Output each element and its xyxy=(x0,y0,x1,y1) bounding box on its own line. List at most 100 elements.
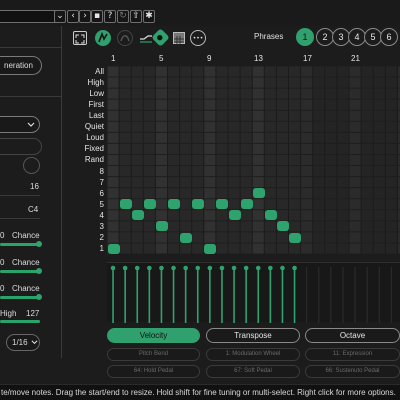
grid-column xyxy=(228,66,241,254)
note[interactable] xyxy=(168,199,180,210)
chance-1-slider-handle[interactable] xyxy=(36,241,42,247)
row-label: 5 xyxy=(99,199,104,209)
mode-dropdown[interactable] xyxy=(0,116,40,133)
note[interactable] xyxy=(228,210,241,221)
cc-tab-modulation-wheel[interactable]: 1: Modulation Wheel xyxy=(206,348,300,361)
note[interactable] xyxy=(240,199,253,210)
grid-lines xyxy=(107,66,400,254)
expand-button[interactable] xyxy=(73,31,87,45)
velocity-handle xyxy=(268,265,273,271)
draw-tool-icon xyxy=(98,32,108,43)
phrase-button-6[interactable]: 6 xyxy=(380,28,398,46)
note[interactable] xyxy=(276,221,289,232)
phrase-button-1[interactable]: 1 xyxy=(296,28,314,46)
step-grid[interactable] xyxy=(107,66,400,254)
note[interactable] xyxy=(192,199,205,210)
row-label: 3 xyxy=(99,221,104,231)
velocity-handle xyxy=(147,265,152,271)
note[interactable] xyxy=(204,243,217,254)
velocity-handle xyxy=(171,265,176,271)
note[interactable] xyxy=(107,243,120,254)
note[interactable] xyxy=(216,199,229,210)
chance-3-value: 0 xyxy=(0,284,5,293)
draw-tool-button[interactable] xyxy=(95,30,111,46)
velocity-handle xyxy=(243,265,249,271)
settings-button[interactable]: ✱ xyxy=(143,10,155,23)
rate-dropdown[interactable]: 1/16 xyxy=(6,334,40,351)
row-label: Fixed xyxy=(84,144,104,154)
previous-preset-button[interactable]: ‹ xyxy=(67,10,79,23)
step-number: 1 xyxy=(111,54,116,63)
dice-icon: ● xyxy=(157,33,164,42)
note[interactable] xyxy=(289,232,301,243)
velocity-handle xyxy=(219,265,225,271)
note[interactable] xyxy=(143,199,156,210)
more-options-button[interactable]: ••• xyxy=(190,30,206,46)
chance-3-slider-handle[interactable] xyxy=(36,294,42,300)
grid-column xyxy=(300,66,313,254)
generate-button[interactable]: neration xyxy=(0,56,42,75)
divider xyxy=(0,195,40,196)
grid-column xyxy=(324,66,337,254)
cc-tab-pitch-bend[interactable]: Pitch Bend xyxy=(107,348,200,361)
chance-2-label: Chance xyxy=(12,258,40,267)
cc-tab-soft-pedal[interactable]: 67: Soft Pedal xyxy=(206,365,300,378)
chance-3-label: Chance xyxy=(12,284,40,293)
row-label: Quiet xyxy=(84,122,104,132)
velocity-handle xyxy=(110,265,116,271)
velocity-lane[interactable] xyxy=(107,262,400,323)
note[interactable] xyxy=(264,210,277,221)
parameter-knob[interactable] xyxy=(23,157,40,174)
row-label: First xyxy=(88,100,104,110)
cc-tab-hold-pedal[interactable]: 64: Hold Pedal xyxy=(107,365,200,378)
velocity-handle xyxy=(195,265,201,271)
keyboard-view-button[interactable] xyxy=(173,32,185,46)
grid-column xyxy=(215,66,228,254)
share-button[interactable]: ⇧ xyxy=(130,10,142,23)
pattern-tool-button[interactable] xyxy=(117,30,133,46)
tab-velocity[interactable]: Velocity xyxy=(107,328,200,343)
grid-column xyxy=(385,66,398,254)
step-number: 21 xyxy=(351,54,360,63)
preset-dropdown-button[interactable]: ⌄ xyxy=(54,10,66,23)
grid-column xyxy=(167,66,180,254)
row-label: Last xyxy=(88,111,104,121)
grid-column xyxy=(361,66,374,254)
divider xyxy=(0,47,61,48)
chance-3-slider[interactable] xyxy=(0,296,40,299)
velocity-high-slider[interactable] xyxy=(0,320,40,323)
cc-tab-sustenuto-pedal[interactable]: 66: Sustenuto Pedal xyxy=(305,365,400,378)
velocity-handle xyxy=(280,265,285,271)
refresh-button[interactable]: ↻ xyxy=(117,10,129,23)
row-label: 2 xyxy=(99,232,104,242)
note[interactable] xyxy=(119,199,132,210)
grid-column xyxy=(252,66,265,254)
velocity-handle xyxy=(207,265,213,271)
cc-tab-expression[interactable]: 11: Expression xyxy=(305,348,400,361)
gear-icon: ✱ xyxy=(145,11,153,21)
save-button[interactable]: ▪ xyxy=(91,10,103,23)
root-note-value: C4 xyxy=(28,205,39,214)
grid-column xyxy=(336,66,349,254)
grid-column xyxy=(143,66,156,254)
chance-2-slider[interactable] xyxy=(0,270,40,273)
step-number: 17 xyxy=(303,54,312,63)
chance-1-slider[interactable] xyxy=(0,243,40,246)
chance-2-value: 0 xyxy=(0,258,5,267)
tab-transpose[interactable]: Transpose xyxy=(206,328,300,343)
note[interactable] xyxy=(131,210,144,221)
next-preset-button[interactable]: › xyxy=(79,10,91,23)
note[interactable] xyxy=(252,188,265,199)
velocity-handle xyxy=(292,265,297,271)
tab-octave[interactable]: Octave xyxy=(305,328,400,343)
note[interactable] xyxy=(180,232,193,243)
help-icon: ? xyxy=(107,11,113,21)
randomize-button[interactable]: ● xyxy=(151,28,170,47)
chance-2-slider-handle[interactable] xyxy=(36,268,42,274)
help-button[interactable]: ? xyxy=(104,10,116,23)
parameter-field[interactable] xyxy=(0,138,42,155)
velocity-handle xyxy=(159,265,164,271)
step-number: 13 xyxy=(254,54,263,63)
grid-column xyxy=(349,66,362,254)
note[interactable] xyxy=(155,221,168,232)
